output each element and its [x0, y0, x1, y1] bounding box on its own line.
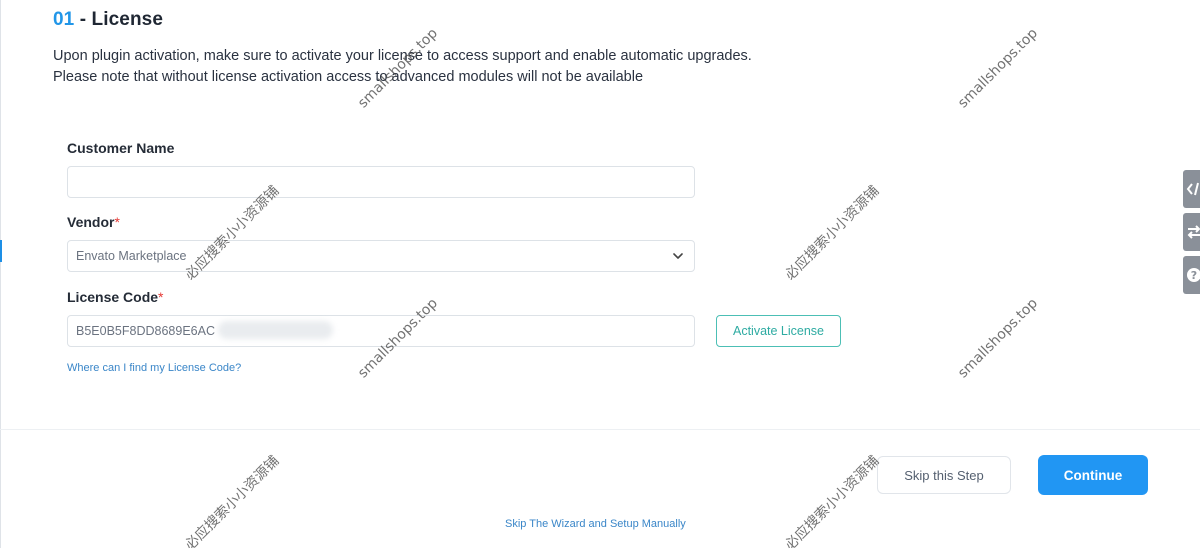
activate-license-label: Activate License [732, 324, 825, 338]
customer-name-label-text: Customer Name [67, 140, 175, 156]
license-code-label: License Code* [67, 289, 163, 305]
watermark-domain-2: smallshops.top [955, 25, 1041, 112]
license-code-label-text: License Code [67, 289, 159, 305]
side-toolbar: ? [1183, 170, 1200, 299]
swap-icon [1187, 225, 1200, 239]
license-code-value: B5E0B5F8DD8689E6AC [76, 324, 215, 338]
step-title: - License [79, 9, 163, 30]
step-number: 01 [53, 9, 75, 30]
watermark-cn-2: 必应搜索小小资源铺 [782, 183, 883, 284]
chevron-down-icon [673, 253, 683, 259]
svg-text:?: ? [1191, 269, 1197, 282]
code-icon [1186, 182, 1199, 196]
vendor-label-text: Vendor [67, 214, 115, 230]
footer-divider [0, 429, 1200, 430]
vendor-selected-value: Envato Marketplace [76, 249, 187, 263]
customer-name-field[interactable] [67, 166, 695, 198]
code-tool-button[interactable] [1183, 170, 1200, 208]
customer-name-label: Customer Name [67, 140, 174, 156]
continue-button[interactable]: Continue [1038, 455, 1148, 495]
watermark-cn-3: 必应搜索小小资源铺 [182, 453, 283, 548]
continue-label: Continue [1063, 467, 1123, 483]
help-tool-button[interactable]: ? [1183, 256, 1200, 294]
help-icon: ? [1187, 268, 1200, 282]
watermark-cn-4: 必应搜索小小资源铺 [782, 453, 883, 548]
left-frame-accent [0, 240, 2, 262]
swap-tool-button[interactable] [1183, 213, 1200, 251]
left-frame-border [0, 0, 1, 548]
activate-license-button[interactable]: Activate License [716, 315, 841, 347]
find-license-code-link[interactable]: Where can I find my License Code? [67, 362, 241, 374]
license-required-mark: * [158, 289, 164, 305]
vendor-label: Vendor* [67, 214, 120, 230]
vendor-required-mark: * [114, 214, 120, 230]
redacted-blur [218, 321, 333, 339]
skip-step-label: Skip this Step [904, 467, 984, 483]
vendor-select[interactable]: Envato Marketplace [67, 240, 695, 272]
page-title: 01 - License [53, 9, 163, 31]
skip-wizard-link[interactable]: Skip The Wizard and Setup Manually [505, 518, 686, 530]
watermark-domain-4: smallshops.top [955, 295, 1041, 382]
skip-step-button[interactable]: Skip this Step [877, 456, 1011, 494]
